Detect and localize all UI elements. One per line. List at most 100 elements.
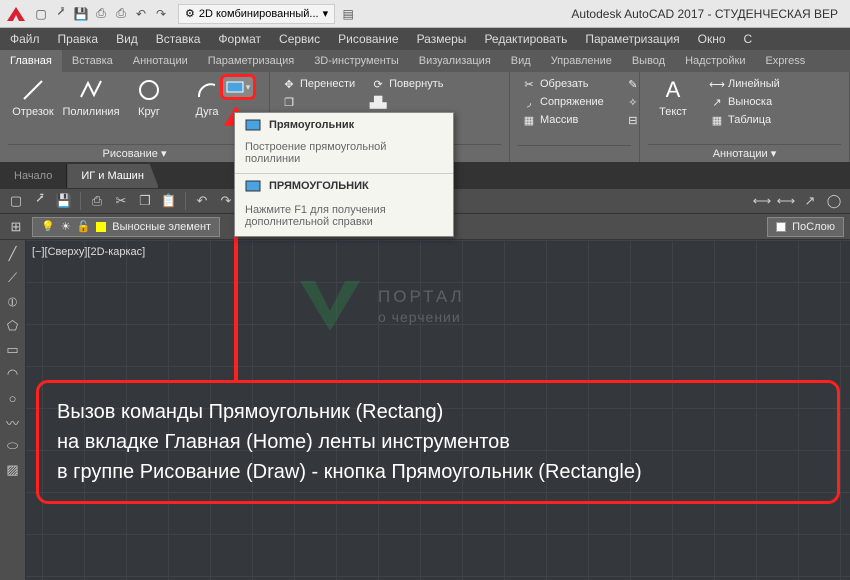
- tb-dim4-icon[interactable]: ◯: [824, 191, 844, 211]
- layer-props-icon[interactable]: ⊞: [6, 217, 26, 237]
- lt-hatch-icon[interactable]: ▨: [3, 460, 23, 480]
- menu-insert[interactable]: Вставка: [156, 32, 201, 46]
- tab-insert[interactable]: Вставка: [62, 50, 123, 72]
- text-icon: A: [659, 76, 687, 104]
- tb-new-icon[interactable]: ▢: [6, 191, 26, 211]
- save-icon[interactable]: 💾: [72, 5, 90, 23]
- table-button[interactable]: ▦Таблица: [706, 112, 784, 128]
- tb-save-icon[interactable]: 💾: [54, 191, 74, 211]
- menu-help[interactable]: С: [744, 32, 753, 46]
- menu-tools[interactable]: Сервис: [279, 32, 320, 46]
- annotation-line3: в группе Рисование (Draw) - кнопка Прямо…: [57, 457, 819, 487]
- panel-draw-title[interactable]: Рисование ▾: [8, 144, 261, 160]
- tb-dim2-icon[interactable]: ⟷: [776, 191, 796, 211]
- fillet-button[interactable]: ◞Сопряжение: [518, 94, 608, 110]
- tb-copy-icon[interactable]: ❐: [135, 191, 155, 211]
- rotate-button[interactable]: ⟳Повернуть: [367, 76, 447, 92]
- rectangle-button[interactable]: ▾: [220, 74, 256, 100]
- menu-draw[interactable]: Рисование: [338, 32, 398, 46]
- tab-visualize[interactable]: Визуализация: [409, 50, 501, 72]
- tab-3d[interactable]: 3D-инструменты: [304, 50, 409, 72]
- lt-spline-icon[interactable]: 〰: [3, 412, 23, 432]
- menu-dimension[interactable]: Размеры: [417, 32, 467, 46]
- fillet-icon: ◞: [522, 95, 536, 109]
- workspace-dropdown[interactable]: ⚙ 2D комбинированный... ▾: [178, 4, 335, 24]
- tb-undo-icon[interactable]: ↶: [192, 191, 212, 211]
- undo-icon[interactable]: ↶: [132, 5, 150, 23]
- chevron-down-icon: ▾: [323, 7, 329, 20]
- lt-rect-icon[interactable]: ▭: [3, 340, 23, 360]
- tab-annotate[interactable]: Аннотации: [123, 50, 198, 72]
- open-icon[interactable]: ⭷: [52, 5, 70, 23]
- layer-color-swatch: [96, 222, 106, 232]
- redo-icon[interactable]: ↷: [152, 5, 170, 23]
- array-icon: ▦: [522, 113, 536, 127]
- lt-line-icon[interactable]: ╱: [3, 244, 23, 264]
- drawing-canvas[interactable]: ╱ ⟋ ⦶ ⬠ ▭ ◠ ○ 〰 ⬭ ▨ [−][Сверху][2D-карка…: [0, 240, 850, 580]
- arc-icon: [193, 76, 221, 104]
- menu-window[interactable]: Окно: [698, 32, 726, 46]
- text-label: Текст: [659, 106, 687, 118]
- lt-ellipse-icon[interactable]: ⬭: [3, 436, 23, 456]
- color-swatch: [776, 222, 786, 232]
- trim-button[interactable]: ✂Обрезать: [518, 76, 608, 92]
- lt-pline-icon[interactable]: ⦶: [3, 292, 23, 312]
- arc-label: Дуга: [195, 106, 218, 118]
- doc-tab-active[interactable]: ИГ и Машин: [67, 164, 159, 188]
- left-toolbar: ╱ ⟋ ⦶ ⬠ ▭ ◠ ○ 〰 ⬭ ▨: [0, 240, 26, 580]
- tab-home[interactable]: Главная: [0, 50, 62, 72]
- text-button[interactable]: A Текст: [648, 76, 698, 118]
- leader-button[interactable]: ↗Выноска: [706, 94, 784, 110]
- tooltip-help: Нажмите F1 для получения дополнительной …: [235, 198, 453, 236]
- workspace-settings-icon[interactable]: ▤: [339, 5, 357, 23]
- viewport-label[interactable]: [−][Сверху][2D-каркас]: [32, 246, 145, 258]
- new-icon[interactable]: ▢: [32, 5, 50, 23]
- sun-icon: ☀: [61, 220, 71, 233]
- plot-icon[interactable]: ⎙: [112, 5, 130, 23]
- panel-annot-title[interactable]: Аннотации ▾: [648, 144, 841, 160]
- lt-arc-icon[interactable]: ◠: [3, 364, 23, 384]
- layer-dropdown[interactable]: 💡 ☀ 🔓 Выносные элемент: [32, 217, 220, 237]
- tb-dim1-icon[interactable]: ⟷: [752, 191, 772, 211]
- rectangle-icon: [245, 180, 261, 192]
- array-button[interactable]: ▦Массив: [518, 112, 608, 128]
- tab-addins[interactable]: Надстройки: [675, 50, 755, 72]
- lt-xline-icon[interactable]: ⟋: [3, 268, 23, 288]
- rectangle-icon: [226, 81, 244, 93]
- tab-parametric[interactable]: Параметризация: [198, 50, 304, 72]
- saveas-icon[interactable]: ⎙: [92, 5, 110, 23]
- menu-modify[interactable]: Редактировать: [484, 32, 567, 46]
- circle-button[interactable]: Круг: [124, 76, 174, 118]
- polyline-button[interactable]: Полилиния: [66, 76, 116, 118]
- explode-icon: ✧: [626, 95, 640, 109]
- tb-dim3-icon[interactable]: ↗: [800, 191, 820, 211]
- bylayer-dropdown[interactable]: ПоСлою: [767, 217, 844, 237]
- linear-dim-button[interactable]: ⟷Линейный: [706, 76, 784, 92]
- linear-icon: ⟷: [710, 77, 724, 91]
- menu-format[interactable]: Формат: [218, 32, 261, 46]
- copy-button[interactable]: ❐: [278, 94, 359, 110]
- tb-cut-icon[interactable]: ✂: [111, 191, 131, 211]
- tb-open-icon[interactable]: ⭷: [30, 191, 50, 211]
- line-button[interactable]: Отрезок: [8, 76, 58, 118]
- doc-tab-start[interactable]: Начало: [0, 164, 67, 188]
- menu-file[interactable]: Файл: [10, 32, 40, 46]
- tab-manage[interactable]: Управление: [541, 50, 622, 72]
- tooltip-title: Прямоугольник: [269, 119, 354, 131]
- menu-parametric[interactable]: Параметризация: [585, 32, 679, 46]
- tab-view[interactable]: Вид: [501, 50, 541, 72]
- ribbon-tab-strip: Главная Вставка Аннотации Параметризация…: [0, 50, 850, 72]
- tab-express[interactable]: Express: [755, 50, 815, 72]
- tab-output[interactable]: Вывод: [622, 50, 675, 72]
- lt-circle-icon[interactable]: ○: [3, 388, 23, 408]
- mirror-button[interactable]: ▟▙: [367, 94, 447, 110]
- circle-icon: [135, 76, 163, 104]
- tb-print-icon[interactable]: ⎙: [87, 191, 107, 211]
- move-button[interactable]: ✥Перенести: [278, 76, 359, 92]
- lt-poly-icon[interactable]: ⬠: [3, 316, 23, 336]
- menu-edit[interactable]: Правка: [58, 32, 99, 46]
- tooltip-description: Построение прямоугольной полилинии: [235, 137, 453, 174]
- menu-view[interactable]: Вид: [116, 32, 138, 46]
- annotation-line1: Вызов команды Прямоугольник (Rectang): [57, 397, 819, 427]
- tb-paste-icon[interactable]: 📋: [159, 191, 179, 211]
